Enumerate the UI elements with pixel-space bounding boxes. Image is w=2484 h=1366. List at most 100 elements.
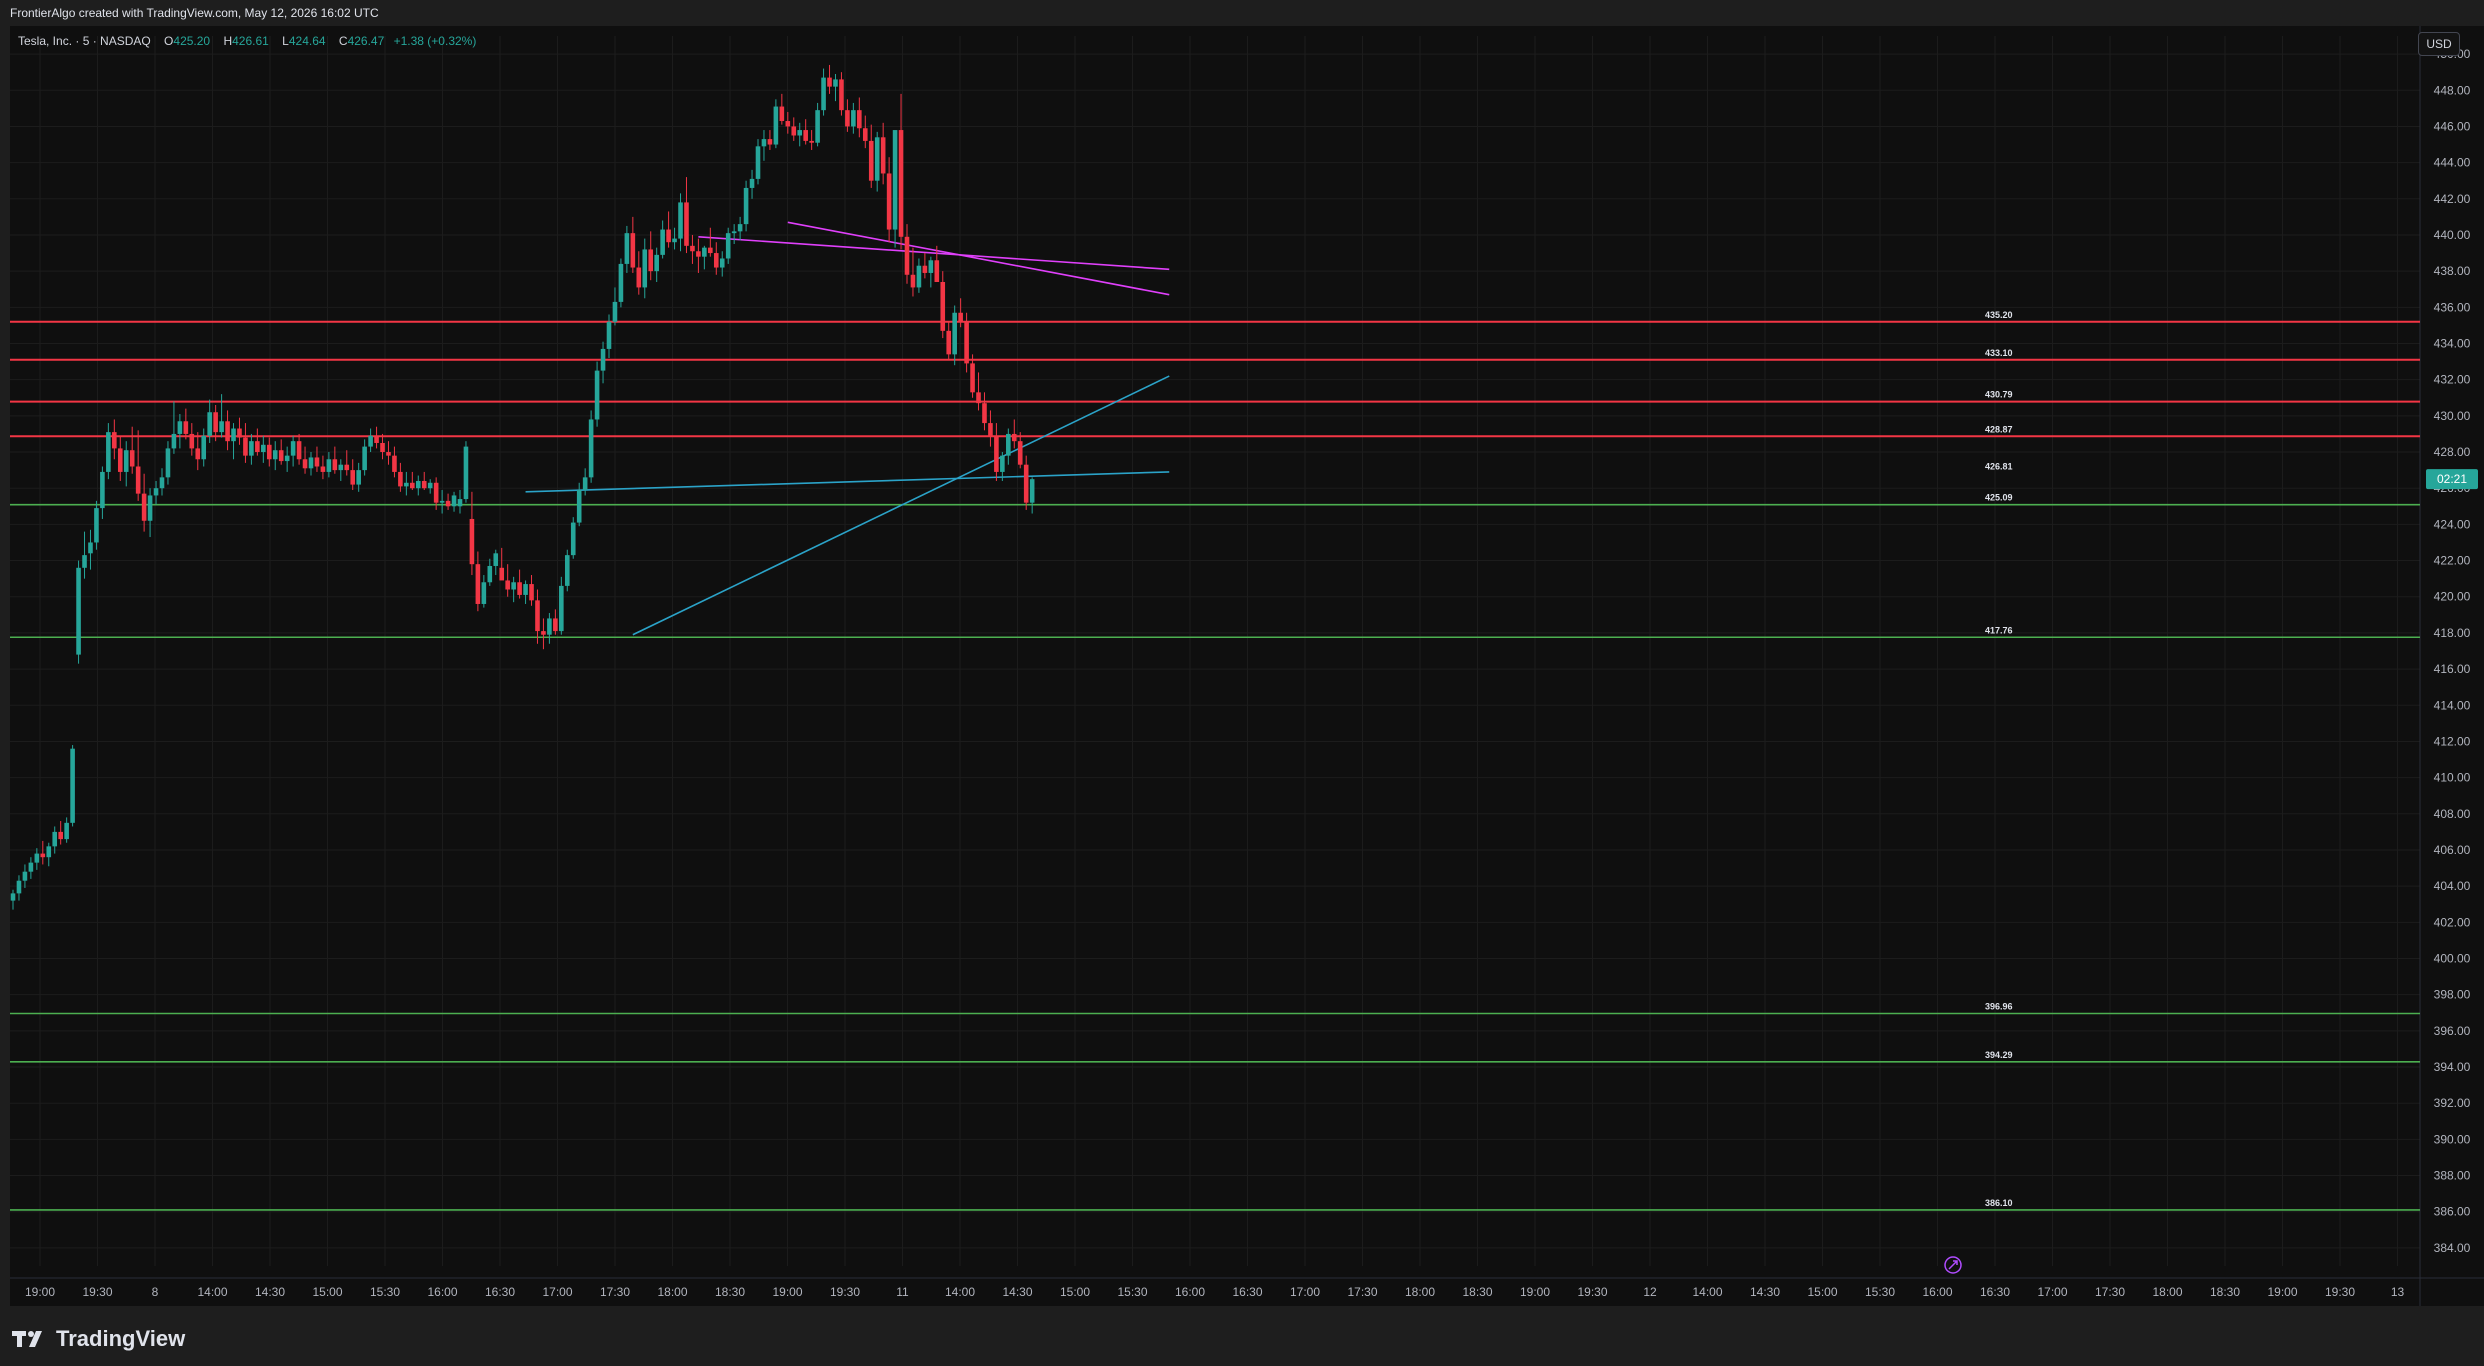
candle-body (982, 403, 987, 424)
currency-button[interactable]: USD (2418, 32, 2460, 56)
candle-body (308, 457, 314, 469)
candle-body (296, 441, 302, 460)
time-axis[interactable]: 19:00 19:30 8 14:00 14:30 15:00 15:30 16:00 16:3… (25, 1285, 2405, 1299)
candle-body (404, 482, 409, 487)
candle-body (976, 392, 981, 404)
low-value: 424.64 (288, 34, 326, 48)
time-tick-label: 15:30 (1865, 1285, 1895, 1299)
candle-body (553, 618, 558, 632)
time-tick-label: 17:30 (1347, 1285, 1377, 1299)
candle-body (243, 437, 248, 456)
candle-body (386, 452, 391, 456)
candle-body (827, 77, 832, 87)
time-tick-label: 15:00 (1807, 1285, 1837, 1299)
chart-area[interactable]: 435.20 433.10 430.79 428.87 426.81 425.09 417.… (10, 26, 2484, 1306)
candle-body (499, 567, 505, 581)
candle-body (392, 455, 397, 472)
time-tick-label: 14:30 (1002, 1285, 1032, 1299)
candle-body (82, 555, 87, 568)
price-tick-label: 390.00 (2434, 1132, 2471, 1146)
time-tick-label: 8 (152, 1285, 159, 1299)
candle-body (988, 423, 993, 436)
candle-body (493, 553, 499, 566)
candle-body (678, 202, 683, 239)
candle-body (356, 470, 361, 485)
candle-body (505, 580, 510, 590)
candle-body (922, 265, 928, 273)
candle-body (880, 137, 886, 174)
candle-body (630, 233, 636, 268)
candle-body (749, 178, 755, 188)
candlestick-chart[interactable]: 435.20 433.10 430.79 428.87 426.81 425.09 417.… (10, 26, 2484, 1306)
candle-body (719, 258, 725, 268)
candle-body (708, 247, 713, 254)
candle-body (612, 301, 618, 322)
candle-body (600, 348, 606, 371)
candle-body (791, 126, 797, 136)
price-axis[interactable]: 384.00 386.00 388.00 390.00 392.00 394.00 396.… (2434, 47, 2471, 1255)
time-tick-label: 14:00 (945, 1285, 975, 1299)
candle-body (964, 321, 969, 364)
price-tick-label: 416.00 (2434, 662, 2471, 676)
time-tick-label: 19:00 (2267, 1285, 2297, 1299)
replay-icon-arrow (1948, 1260, 1958, 1270)
candle-body (237, 428, 242, 438)
candle-body (165, 448, 171, 478)
candle-body (451, 495, 457, 507)
price-tick-label: 406.00 (2434, 843, 2471, 857)
price-tick-label: 392.00 (2434, 1096, 2471, 1110)
tradingview-logo: TradingView (12, 1326, 185, 1352)
price-tick-label: 436.00 (2434, 300, 2471, 314)
candle-body (1006, 433, 1011, 456)
time-tick-label: 18:00 (2152, 1285, 2182, 1299)
candle-body (88, 542, 93, 554)
footer-bar: TradingView (0, 1306, 2484, 1366)
candle-body (576, 490, 582, 523)
replay-icon (1944, 1256, 1962, 1274)
candle-body (797, 130, 803, 136)
candle-body (731, 231, 737, 234)
candle-body (803, 130, 808, 141)
candle-body (666, 229, 671, 243)
candle-body (559, 585, 564, 632)
candle-body (940, 282, 946, 331)
price-tick-label: 412.00 (2434, 734, 2471, 748)
price-tick-label: 428.00 (2434, 445, 2471, 459)
candle-body (195, 448, 201, 460)
candle-body (10, 893, 16, 901)
time-tick-label: 15:00 (312, 1285, 342, 1299)
candles (10, 64, 1035, 910)
candle-body (106, 432, 111, 472)
candle-body (487, 565, 493, 583)
attribution-text: FrontierAlgo created with TradingView.co… (10, 6, 379, 20)
candle-body (934, 260, 940, 282)
candle-body (255, 441, 260, 453)
price-tick-label: 420.00 (2434, 590, 2471, 604)
time-tick-label: 15:00 (1060, 1285, 1090, 1299)
price-tick-label: 422.00 (2434, 554, 2471, 568)
price-tick-label: 442.00 (2434, 192, 2471, 206)
time-tick-label: 19:00 (25, 1285, 55, 1299)
candle-body (70, 748, 75, 823)
candle-body (314, 457, 320, 467)
candle-body (261, 444, 266, 453)
time-tick-label: 18:30 (2210, 1285, 2240, 1299)
candle-body (410, 482, 415, 489)
level-label: 430.79 (1985, 390, 2013, 400)
candle-body (833, 79, 838, 87)
candle-body (266, 444, 272, 460)
candle-body (868, 140, 874, 181)
candle-body (755, 146, 761, 179)
candle-body (302, 459, 308, 469)
candle-body (588, 419, 594, 478)
candle-body (94, 508, 99, 543)
candle-body (570, 522, 576, 556)
price-tick-label: 400.00 (2434, 952, 2471, 966)
candle-body (457, 499, 463, 507)
price-tick-label: 438.00 (2434, 264, 2471, 278)
candle-body (427, 482, 433, 489)
candle-body (857, 110, 862, 129)
candle-body (785, 121, 791, 127)
price-tick-label: 430.00 (2434, 409, 2471, 423)
price-tick-label: 386.00 (2434, 1205, 2471, 1219)
